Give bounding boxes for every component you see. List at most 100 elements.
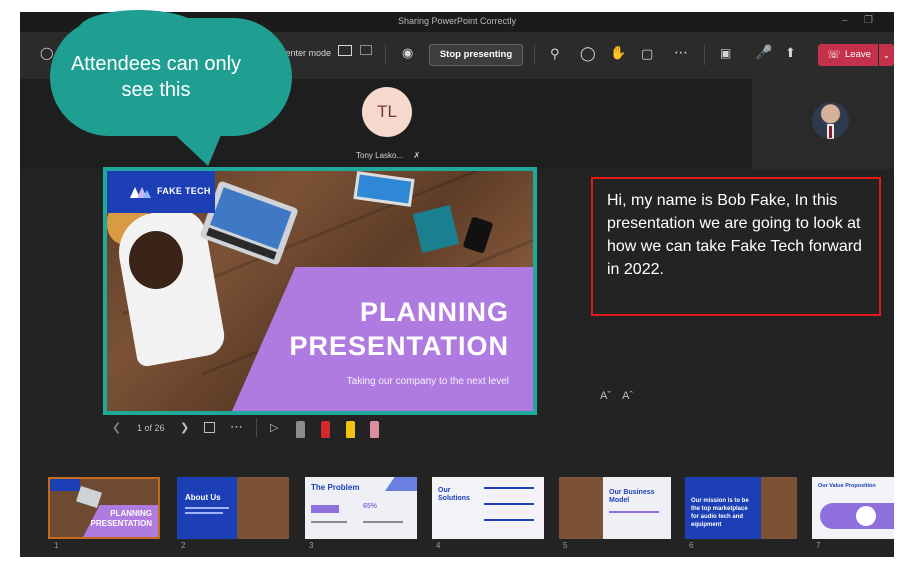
microphone-icon[interactable]: 🎤 — [755, 44, 772, 61]
thumbnail-number: 3 — [309, 541, 314, 550]
slide-thumbnail-strip: PLANNING PRESENTATION 1 About Us 2 The P… — [20, 467, 894, 557]
thumb-stat: 65% — [363, 503, 378, 510]
laser-pointer-icon[interactable]: ▷ — [270, 421, 278, 434]
thumb-text-line — [484, 519, 534, 521]
current-slide[interactable]: FAKE TECH PLANNING PRESENTATION Taking o… — [103, 167, 537, 415]
slide-thumbnail-1[interactable]: PLANNING PRESENTATION — [48, 477, 160, 539]
maximize-icon[interactable]: ❐ — [864, 15, 873, 26]
share-tray-icon[interactable]: ⬆ — [785, 45, 796, 61]
callout-text: Attendees can only see this — [70, 53, 242, 101]
thumb-title-line2: Model — [609, 497, 630, 504]
leave-options-chevron-down-icon[interactable]: ⌄ — [879, 44, 894, 66]
reactions-icon[interactable]: ✋ — [610, 45, 626, 61]
font-decrease-button[interactable]: Aˇ — [600, 390, 611, 402]
participant-name-text: Tony Lasko... — [356, 151, 404, 160]
thumb-title: The Problem — [311, 483, 360, 492]
thumb-title-line1: PLANNING — [110, 509, 152, 518]
thumbnail-number: 7 — [816, 541, 821, 550]
slide-thumbnail-7[interactable]: Our Value Proposition — [812, 477, 894, 539]
pen-icon[interactable] — [296, 421, 305, 438]
grid-view-icon[interactable] — [204, 422, 215, 433]
previous-slide-chevron-left-icon[interactable]: ❮ — [112, 421, 121, 434]
thumb-text-line — [311, 521, 347, 523]
thumb-photo — [559, 477, 603, 539]
thumb-laptop — [76, 485, 102, 509]
thumbnail-number: 1 — [54, 541, 59, 550]
slide-subtitle: Taking our company to the next level — [346, 376, 509, 387]
thumb-text-line — [484, 503, 534, 505]
presenter-mode-standout-icon[interactable] — [338, 45, 352, 56]
thumb-text-line — [363, 521, 403, 523]
avatar-tie — [829, 126, 832, 138]
slide-thumbnail-5[interactable]: Our Business Model — [559, 477, 671, 539]
minimize-icon[interactable]: – — [842, 15, 848, 26]
thumbnail-number: 4 — [436, 541, 441, 550]
phone-hangup-icon: ☏ — [827, 49, 841, 61]
thumb-title-line1: Our Business — [609, 489, 655, 496]
callout-lobe — [180, 18, 250, 54]
phone-shape — [462, 216, 494, 254]
slide-thumbnail-2[interactable]: About Us — [177, 477, 289, 539]
slide-counter: 1 of 26 — [137, 423, 165, 433]
shield-icon[interactable]: ◯ — [40, 46, 53, 60]
thumb-text-line — [609, 511, 659, 513]
thumb-photo — [761, 477, 797, 539]
self-video-tile[interactable] — [752, 79, 894, 169]
speaker-notes[interactable]: Hi, my name is Bob Fake, In this present… — [591, 177, 881, 316]
avatar[interactable]: TL — [362, 87, 412, 137]
highlighter-icon[interactable] — [346, 421, 355, 438]
thumb-title: Our Value Proposition — [818, 483, 876, 489]
font-increase-button[interactable]: Aˆ — [622, 390, 633, 402]
slide-thumbnail-3[interactable]: The Problem 65% — [305, 477, 417, 539]
stop-presenting-button[interactable]: Stop presenting — [429, 44, 523, 66]
tablet-shape — [353, 171, 415, 207]
eraser-icon[interactable] — [370, 421, 379, 438]
thumb-shape — [385, 477, 417, 491]
thumb-circle — [856, 506, 876, 526]
avatar — [812, 102, 849, 139]
thumb-title: Our mission is to be the top marketplace… — [691, 498, 749, 528]
thumb-text-line — [185, 512, 223, 514]
chat-icon[interactable]: ◯ — [580, 45, 596, 62]
thumb-title-line2: PRESENTATION — [90, 519, 152, 528]
presenter-mode-sidebyside-icon[interactable] — [360, 45, 372, 55]
notes-font-controls: Aˇ Aˆ — [600, 390, 633, 402]
toolbar-divider — [534, 45, 535, 65]
more-slide-options-icon[interactable]: ⋯ — [230, 419, 243, 435]
slide-title-line1: PLANNING — [360, 297, 509, 327]
slide-thumbnail-6[interactable]: Our mission is to be the top marketplace… — [685, 477, 797, 539]
next-slide-chevron-right-icon[interactable]: ❯ — [180, 421, 189, 434]
thumb-title-line1: Our — [438, 487, 451, 494]
notebook-shape — [412, 204, 460, 254]
red-pen-icon[interactable] — [321, 421, 330, 438]
thumb-logo-panel — [50, 479, 80, 491]
thumb-photo — [237, 477, 289, 539]
mic-off-icon: ✗ — [413, 151, 421, 160]
slide-title-line2: PRESENTATION — [289, 331, 509, 361]
participant-name: Tony Lasko... ✗ — [356, 151, 420, 160]
thumb-title: About Us — [185, 493, 221, 502]
logo-text: FAKE TECH — [157, 186, 211, 196]
thumb-title-line2: Solutions — [438, 495, 470, 502]
thumbnail-number: 2 — [181, 541, 186, 550]
hair-shape — [129, 231, 183, 289]
thumb-bar-graphic — [311, 505, 339, 513]
more-options-icon[interactable]: ⋯ — [674, 44, 688, 61]
leave-label: Leave — [845, 49, 871, 60]
thumbnail-number: 5 — [563, 541, 568, 550]
thumb-text-line — [185, 507, 229, 509]
eye-icon[interactable]: ◉ — [402, 45, 413, 61]
toolbar-divider — [704, 45, 705, 65]
thumbnail-number: 6 — [689, 541, 694, 550]
slide-thumbnail-4[interactable]: Our Solutions — [432, 477, 544, 539]
people-icon[interactable]: ⚲ — [550, 46, 560, 62]
speaker-notes-text: Hi, my name is Bob Fake, In this present… — [607, 192, 862, 278]
leave-button[interactable]: ☏ Leave — [818, 44, 878, 66]
slide-navigation: ❮ 1 of 26 ❯ ⋯ ▷ — [112, 418, 412, 439]
thumb-text-line — [484, 487, 534, 489]
logo-panel: FAKE TECH — [107, 171, 215, 213]
fake-tech-logo-icon — [130, 187, 151, 198]
rooms-icon[interactable]: ▢ — [641, 46, 653, 62]
toolbar-divider — [385, 45, 386, 65]
camera-off-icon[interactable]: ▣ — [720, 46, 731, 60]
